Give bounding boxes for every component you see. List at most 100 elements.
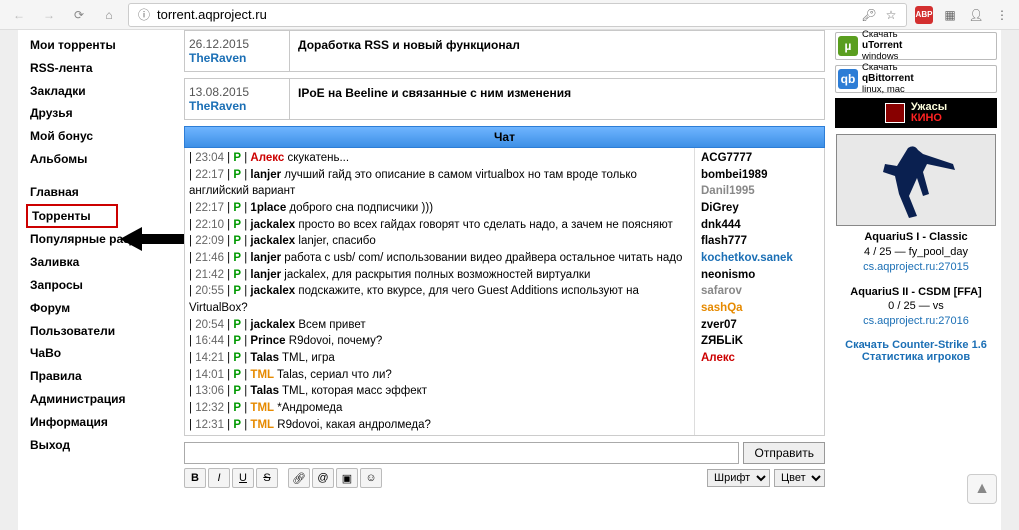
abp-icon[interactable]: ABP: [915, 6, 933, 24]
chat-send-button[interactable]: Отправить: [743, 442, 825, 464]
chat-toolbar: B I U S 🔗︎ @ ▣ ☺ Шрифт Цвет: [184, 468, 825, 488]
chat-user[interactable]: kochetkov.sanek: [701, 250, 818, 267]
uzhasy-logo: [885, 103, 905, 123]
nav-link[interactable]: Выход: [26, 434, 178, 457]
nav-link[interactable]: Заливка: [26, 251, 178, 274]
nav-link[interactable]: RSS-лента: [26, 57, 178, 80]
nav-link[interactable]: Пользователи: [26, 320, 178, 343]
news-title[interactable]: Доработка RSS и новый функционал: [290, 31, 824, 71]
link-button[interactable]: 🔗︎: [288, 468, 310, 488]
star-icon[interactable]: ☆: [882, 6, 900, 24]
nav-link[interactable]: Закладки: [26, 80, 178, 103]
nav-link[interactable]: Альбомы: [26, 148, 178, 171]
strike-button[interactable]: S: [256, 468, 278, 488]
nav-link[interactable]: Мой бонус: [26, 125, 178, 148]
chat-line: | 11:33 | P | R9dovoi Андромеда полная л…: [189, 433, 690, 435]
nav-link[interactable]: Торренты: [26, 204, 118, 229]
utorrent-download[interactable]: µ СкачатьuTorrentwindows: [835, 32, 997, 60]
cs-download-link[interactable]: Скачать Counter-Strike 1.6: [845, 339, 987, 351]
chat-user[interactable]: neonismo: [701, 267, 818, 284]
menu-icon[interactable]: ⋮: [993, 6, 1011, 24]
news-title[interactable]: IPoE на Beeline и связанные с ним измене…: [290, 79, 824, 119]
news-author-link[interactable]: TheRaven: [189, 51, 246, 65]
chat-user[interactable]: dnk444: [701, 217, 818, 234]
emoji-button[interactable]: ☺: [360, 468, 382, 488]
server-2: AquariuS II - CSDM [FFA] 0 / 25 — vs cs.…: [835, 285, 997, 330]
nav-link[interactable]: Друзья: [26, 102, 178, 125]
left-nav: Мои торрентыRSS-лентаЗакладкиДрузьяМой б…: [18, 30, 178, 530]
url-input[interactable]: [157, 7, 856, 22]
nav-home-button[interactable]: ⌂: [98, 4, 120, 26]
chat-line: | 23:04 | P | Алекс скукатень...: [189, 150, 690, 167]
utorrent-icon: µ: [838, 36, 858, 56]
chat-user[interactable]: flash777: [701, 233, 818, 250]
nav-link[interactable]: Главная: [26, 181, 178, 204]
italic-button[interactable]: I: [208, 468, 230, 488]
nav-link[interactable]: Запросы: [26, 274, 178, 297]
bold-button[interactable]: B: [184, 468, 206, 488]
page-body: Мои торрентыRSS-лентаЗакладкиДрузьяМой б…: [0, 30, 1019, 530]
chat-line: | 22:17 | P | 1place доброго сна подписч…: [189, 200, 690, 217]
nav-link[interactable]: Правила: [26, 365, 178, 388]
uzhasy-banner[interactable]: УжасыКИНО: [835, 98, 997, 128]
server-2-link[interactable]: cs.aqproject.ru:27016: [863, 315, 969, 327]
nav-link[interactable]: Форум: [26, 297, 178, 320]
chat-line: | 22:10 | P | jackalex просто во всех га…: [189, 217, 690, 234]
underline-button[interactable]: U: [232, 468, 254, 488]
font-select[interactable]: Шрифт: [707, 469, 770, 487]
key-icon[interactable]: 🔑︎: [860, 6, 878, 24]
chat-line: | 20:54 | P | jackalex Всем привет: [189, 317, 690, 334]
nav-back-button[interactable]: ←: [8, 4, 30, 26]
chat-line: | 22:17 | P | lanjer лучший гайд это опи…: [189, 167, 690, 200]
chat-input-row: Отправить: [184, 442, 825, 464]
news-row: 13.08.2015 TheRavenIPoE на Beeline и свя…: [184, 78, 825, 120]
news-author-link[interactable]: TheRaven: [189, 99, 246, 113]
nav-link[interactable]: ЧаВо: [26, 342, 178, 365]
chat-user[interactable]: Алекс: [701, 350, 818, 367]
chat-line: | 14:01 | P | TML Talas, сериал что ли?: [189, 367, 690, 384]
chat-header: Чат: [184, 126, 825, 148]
left-gutter: [0, 30, 18, 530]
extensions-icon[interactable]: ▦: [941, 6, 959, 24]
nav-reload-button[interactable]: ⟳: [68, 4, 90, 26]
right-column: µ СкачатьuTorrentwindows qb СкачатьqBitt…: [831, 30, 1001, 530]
image-button[interactable]: ▣: [336, 468, 358, 488]
pointer-arrow-icon: [120, 225, 190, 253]
chat-user[interactable]: DiGrey: [701, 200, 818, 217]
nav-link[interactable]: Мои торренты: [26, 34, 178, 57]
nav-forward-button[interactable]: →: [38, 4, 60, 26]
browser-toolbar: ← → ⟳ ⌂ ⓘ 🔑︎ ☆ ABP ▦ 👤︎ ⋮: [0, 0, 1019, 30]
server-1: AquariuS I - Classic 4 / 25 — fy_pool_da…: [835, 230, 997, 275]
at-button[interactable]: @: [312, 468, 334, 488]
color-select[interactable]: Цвет: [774, 469, 825, 487]
chat-messages: | 23:04 | P | Алекс скукатень...| 22:17 …: [185, 148, 694, 435]
info-icon[interactable]: ⓘ: [135, 6, 153, 24]
chat-user[interactable]: Danil1995: [701, 183, 818, 200]
chat-user[interactable]: ZЯБLiK: [701, 333, 818, 350]
chat-user[interactable]: zver07: [701, 317, 818, 334]
address-bar: ⓘ 🔑︎ ☆: [128, 3, 907, 27]
chat-input[interactable]: [184, 442, 739, 464]
server-1-link[interactable]: cs.aqproject.ru:27015: [863, 261, 969, 273]
chat-line: | 20:55 | P | jackalex подскажите, кто в…: [189, 283, 690, 316]
news-row: 26.12.2015 TheRavenДоработка RSS и новый…: [184, 30, 825, 72]
chat-user[interactable]: ACG7777: [701, 150, 818, 167]
center-column: 26.12.2015 TheRavenДоработка RSS и новый…: [178, 30, 831, 530]
scroll-top-button[interactable]: ▲: [967, 474, 997, 504]
chat-user[interactable]: sashQa: [701, 300, 818, 317]
chat-user[interactable]: bombei1989: [701, 167, 818, 184]
chat-line: | 12:32 | P | TML *Андромеда: [189, 400, 690, 417]
chat-line: | 22:09 | P | jackalex lanjer, спасибо: [189, 233, 690, 250]
nav-link[interactable]: Администрация: [26, 388, 178, 411]
qbittorrent-icon: qb: [838, 69, 858, 89]
chat-line: | 16:44 | P | Prince R9dovoi, почему?: [189, 333, 690, 350]
right-gutter: [1001, 30, 1019, 530]
chat-user[interactable]: safarov: [701, 283, 818, 300]
nav-link[interactable]: Информация: [26, 411, 178, 434]
chat-line: | 21:46 | P | lanjer работа с usb/ com/ …: [189, 250, 690, 267]
qbittorrent-download[interactable]: qb СкачатьqBittorrentlinux, mac: [835, 65, 997, 93]
cs-stats-link[interactable]: Статистика игроков: [862, 351, 970, 363]
cs-banner[interactable]: [836, 134, 996, 226]
profile-icon[interactable]: 👤︎: [967, 6, 985, 24]
chat-line: | 12:31 | P | TML R9dovoi, какая андролм…: [189, 417, 690, 434]
